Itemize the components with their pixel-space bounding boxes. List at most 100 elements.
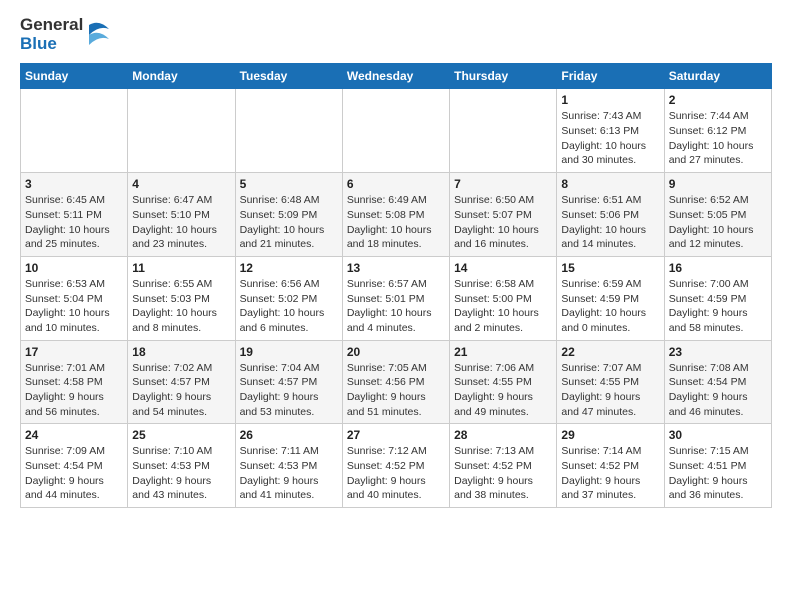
calendar-cell: 28 Sunrise: 7:13 AM Sunset: 4:52 PM Dayli…	[450, 424, 557, 508]
day-info: Sunrise: 7:10 AM Sunset: 4:53 PM Dayligh…	[132, 444, 230, 503]
calendar-cell: 22 Sunrise: 7:07 AM Sunset: 4:55 PM Dayli…	[557, 340, 664, 424]
day-info: Sunrise: 6:52 AM Sunset: 5:05 PM Dayligh…	[669, 193, 767, 252]
day-number: 22	[561, 345, 659, 359]
day-info: Sunrise: 6:48 AM Sunset: 5:09 PM Dayligh…	[240, 193, 338, 252]
header: General Blue	[20, 16, 772, 53]
calendar-week-row: 1 Sunrise: 7:43 AM Sunset: 6:13 PM Daylig…	[21, 89, 772, 173]
calendar-week-row: 17Sunrise: 7:01 AM Sunset: 4:58 PM Dayli…	[21, 340, 772, 424]
day-info: Sunrise: 7:06 AM Sunset: 4:55 PM Dayligh…	[454, 361, 552, 420]
day-info: Sunrise: 6:47 AM Sunset: 5:10 PM Dayligh…	[132, 193, 230, 252]
day-info: Sunrise: 7:01 AM Sunset: 4:58 PM Dayligh…	[25, 361, 123, 420]
calendar-cell: 24 Sunrise: 7:09 AM Sunset: 4:54 PM Dayli…	[21, 424, 128, 508]
day-info: Sunrise: 7:09 AM Sunset: 4:54 PM Dayligh…	[25, 444, 123, 503]
calendar-cell: 6Sunrise: 6:49 AM Sunset: 5:08 PM Daylig…	[342, 173, 449, 257]
weekday-header-thursday: Thursday	[450, 64, 557, 89]
day-info: Sunrise: 6:59 AM Sunset: 4:59 PM Dayligh…	[561, 277, 659, 336]
day-number: 23	[669, 345, 767, 359]
day-info: Sunrise: 6:50 AM Sunset: 5:07 PM Dayligh…	[454, 193, 552, 252]
day-number: 21	[454, 345, 552, 359]
calendar-cell: 1 Sunrise: 7:43 AM Sunset: 6:13 PM Daylig…	[557, 89, 664, 173]
day-number: 18	[132, 345, 230, 359]
day-number: 30	[669, 428, 767, 442]
calendar-cell: 4 Sunrise: 6:47 AM Sunset: 5:10 PM Daylig…	[128, 173, 235, 257]
calendar-cell: 5 Sunrise: 6:48 AM Sunset: 5:09 PM Daylig…	[235, 173, 342, 257]
weekday-header-saturday: Saturday	[664, 64, 771, 89]
day-info: Sunrise: 6:45 AM Sunset: 5:11 PM Dayligh…	[25, 193, 123, 252]
calendar-cell	[450, 89, 557, 173]
calendar-table: SundayMondayTuesdayWednesdayThursdayFrid…	[20, 63, 772, 508]
day-number: 25	[132, 428, 230, 442]
day-number: 4	[132, 177, 230, 191]
day-info: Sunrise: 7:05 AM Sunset: 4:56 PM Dayligh…	[347, 361, 445, 420]
weekday-header-tuesday: Tuesday	[235, 64, 342, 89]
day-number: 14	[454, 261, 552, 275]
day-info: Sunrise: 6:58 AM Sunset: 5:00 PM Dayligh…	[454, 277, 552, 336]
calendar-week-row: 10 Sunrise: 6:53 AM Sunset: 5:04 PM Dayli…	[21, 256, 772, 340]
logo-wave-icon	[85, 17, 113, 53]
weekday-header-wednesday: Wednesday	[342, 64, 449, 89]
logo-text-block: General Blue	[20, 16, 83, 53]
calendar-cell: 29Sunrise: 7:14 AM Sunset: 4:52 PM Dayli…	[557, 424, 664, 508]
day-info: Sunrise: 7:07 AM Sunset: 4:55 PM Dayligh…	[561, 361, 659, 420]
day-number: 3	[25, 177, 123, 191]
day-info: Sunrise: 6:57 AM Sunset: 5:01 PM Dayligh…	[347, 277, 445, 336]
day-number: 1	[561, 93, 659, 107]
logo-display: General Blue	[20, 16, 113, 53]
weekday-header-monday: Monday	[128, 64, 235, 89]
calendar-cell: 2Sunrise: 7:44 AM Sunset: 6:12 PM Daylig…	[664, 89, 771, 173]
calendar-cell: 26 Sunrise: 7:11 AM Sunset: 4:53 PM Dayli…	[235, 424, 342, 508]
calendar-cell: 27 Sunrise: 7:12 AM Sunset: 4:52 PM Dayli…	[342, 424, 449, 508]
day-number: 15	[561, 261, 659, 275]
calendar-cell: 10 Sunrise: 6:53 AM Sunset: 5:04 PM Dayli…	[21, 256, 128, 340]
calendar-cell: 15 Sunrise: 6:59 AM Sunset: 4:59 PM Dayli…	[557, 256, 664, 340]
day-number: 13	[347, 261, 445, 275]
calendar-cell	[342, 89, 449, 173]
day-number: 28	[454, 428, 552, 442]
day-info: Sunrise: 7:13 AM Sunset: 4:52 PM Dayligh…	[454, 444, 552, 503]
day-number: 6	[347, 177, 445, 191]
page: General Blue SundayMondayTuesdayWednesda…	[0, 0, 792, 524]
calendar-week-row: 24 Sunrise: 7:09 AM Sunset: 4:54 PM Dayli…	[21, 424, 772, 508]
day-info: Sunrise: 7:12 AM Sunset: 4:52 PM Dayligh…	[347, 444, 445, 503]
calendar-cell: 13 Sunrise: 6:57 AM Sunset: 5:01 PM Dayli…	[342, 256, 449, 340]
day-number: 24	[25, 428, 123, 442]
day-info: Sunrise: 6:53 AM Sunset: 5:04 PM Dayligh…	[25, 277, 123, 336]
calendar-cell: 19 Sunrise: 7:04 AM Sunset: 4:57 PM Dayli…	[235, 340, 342, 424]
day-info: Sunrise: 7:00 AM Sunset: 4:59 PM Dayligh…	[669, 277, 767, 336]
calendar-cell	[21, 89, 128, 173]
day-info: Sunrise: 7:14 AM Sunset: 4:52 PM Dayligh…	[561, 444, 659, 503]
day-number: 11	[132, 261, 230, 275]
calendar-cell: 14 Sunrise: 6:58 AM Sunset: 5:00 PM Dayli…	[450, 256, 557, 340]
calendar-cell	[235, 89, 342, 173]
day-info: Sunrise: 7:11 AM Sunset: 4:53 PM Dayligh…	[240, 444, 338, 503]
calendar-cell: 12 Sunrise: 6:56 AM Sunset: 5:02 PM Dayli…	[235, 256, 342, 340]
logo-blue-text: Blue	[20, 35, 83, 54]
day-info: Sunrise: 7:08 AM Sunset: 4:54 PM Dayligh…	[669, 361, 767, 420]
day-info: Sunrise: 6:56 AM Sunset: 5:02 PM Dayligh…	[240, 277, 338, 336]
weekday-header-sunday: Sunday	[21, 64, 128, 89]
day-info: Sunrise: 6:55 AM Sunset: 5:03 PM Dayligh…	[132, 277, 230, 336]
calendar-week-row: 3 Sunrise: 6:45 AM Sunset: 5:11 PM Daylig…	[21, 173, 772, 257]
day-info: Sunrise: 7:43 AM Sunset: 6:13 PM Dayligh…	[561, 109, 659, 168]
day-number: 19	[240, 345, 338, 359]
day-number: 27	[347, 428, 445, 442]
calendar-cell: 25 Sunrise: 7:10 AM Sunset: 4:53 PM Dayli…	[128, 424, 235, 508]
calendar-cell: 18Sunrise: 7:02 AM Sunset: 4:57 PM Dayli…	[128, 340, 235, 424]
day-number: 12	[240, 261, 338, 275]
calendar-cell: 20Sunrise: 7:05 AM Sunset: 4:56 PM Dayli…	[342, 340, 449, 424]
day-info: Sunrise: 7:04 AM Sunset: 4:57 PM Dayligh…	[240, 361, 338, 420]
logo: General Blue	[20, 16, 113, 53]
calendar-cell: 21 Sunrise: 7:06 AM Sunset: 4:55 PM Dayli…	[450, 340, 557, 424]
day-number: 16	[669, 261, 767, 275]
day-number: 5	[240, 177, 338, 191]
calendar-cell: 17Sunrise: 7:01 AM Sunset: 4:58 PM Dayli…	[21, 340, 128, 424]
day-number: 2	[669, 93, 767, 107]
day-number: 10	[25, 261, 123, 275]
weekday-header-friday: Friday	[557, 64, 664, 89]
calendar-cell: 30 Sunrise: 7:15 AM Sunset: 4:51 PM Dayli…	[664, 424, 771, 508]
day-info: Sunrise: 6:51 AM Sunset: 5:06 PM Dayligh…	[561, 193, 659, 252]
calendar-cell: 7Sunrise: 6:50 AM Sunset: 5:07 PM Daylig…	[450, 173, 557, 257]
day-info: Sunrise: 7:15 AM Sunset: 4:51 PM Dayligh…	[669, 444, 767, 503]
day-number: 26	[240, 428, 338, 442]
day-number: 9	[669, 177, 767, 191]
